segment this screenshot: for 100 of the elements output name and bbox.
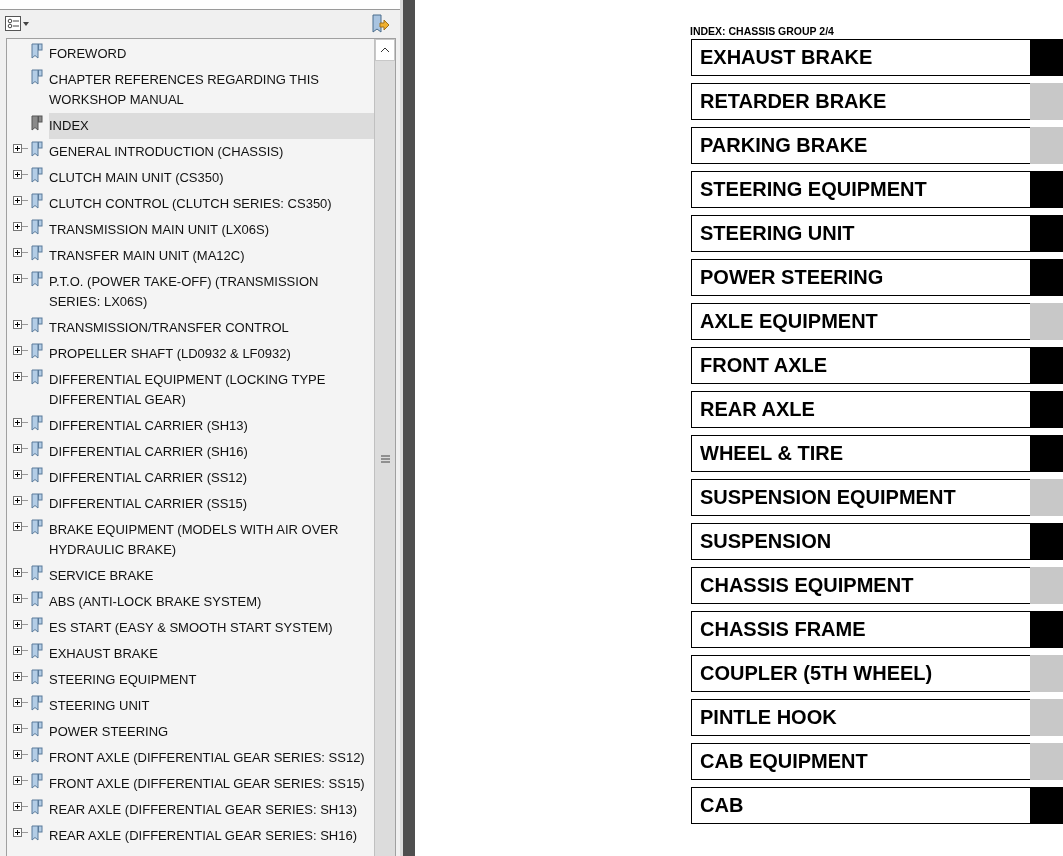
expand-icon[interactable] [13,320,28,329]
section-title: PINTLE HOOK [691,699,1030,736]
expand-icon[interactable] [13,418,28,427]
bookmark-icon [31,43,43,59]
section-title: SUSPENSION [691,523,1030,560]
bookmark-item[interactable]: CLUTCH MAIN UNIT (CS350) [49,165,374,191]
bookmark-icon [31,669,43,685]
section-title: CHASSIS EQUIPMENT [691,567,1030,604]
bookmark-icon [31,467,43,483]
bookmark-icon [31,415,43,431]
bookmark-icon [31,825,43,841]
bookmark-icon [31,193,43,209]
bookmark-item[interactable]: TRANSMISSION MAIN UNIT (LX06S) [49,217,374,243]
section-title: STEERING UNIT [691,215,1030,252]
panel-splitter[interactable] [400,0,415,856]
bookmark-item[interactable]: POWER STEERING [49,719,374,745]
section-title: POWER STEERING [691,259,1030,296]
bookmark-icon [31,317,43,333]
bookmark-item[interactable]: STEERING EQUIPMENT [49,667,374,693]
section-title: CAB EQUIPMENT [691,743,1030,780]
bookmark-icon [31,369,43,385]
bookmark-item[interactable]: FOREWORD [49,41,374,67]
expand-icon[interactable] [13,222,28,231]
expand-icon[interactable] [13,750,28,759]
bookmark-item[interactable]: BRAKE EQUIPMENT (MODELS WITH AIR OVER HYDRAULIC BRAKE) [49,517,374,563]
bookmark-item[interactable]: P.T.O. (POWER TAKE-OFF) (TRANSMISSION SERIES: LX06S) [49,269,374,315]
bookmark-icon [31,799,43,815]
bookmark-arrow-icon[interactable] [370,14,390,34]
bookmark-item[interactable]: REAR AXLE (DIFFERENTIAL GEAR SERIES: SH16) [49,823,374,849]
section-title: SUSPENSION EQUIPMENT [691,479,1030,516]
bookmark-icon [31,141,43,157]
bookmark-item[interactable]: ABS (ANTI-LOCK BRAKE SYSTEM) [49,589,374,615]
expand-icon[interactable] [13,372,28,381]
bookmark-icon [31,343,43,359]
bookmark-icon [31,695,43,711]
bookmark-icon [31,591,43,607]
expand-icon[interactable] [13,170,28,179]
expand-icon[interactable] [13,444,28,453]
bookmark-icon [31,245,43,261]
bookmark-item[interactable]: INDEX [49,113,374,139]
bookmark-item[interactable]: ES START (EASY & SMOOTH START SYSTEM) [49,615,374,641]
expand-icon[interactable] [13,698,28,707]
bookmark-icon [31,167,43,183]
expand-icon[interactable] [13,522,28,531]
expand-icon[interactable] [13,672,28,681]
section-title: AXLE EQUIPMENT [691,303,1030,340]
bookmark-item[interactable]: PROPELLER SHAFT (LD0932 & LF0932) [49,341,374,367]
grip-icon [380,454,390,463]
bookmark-icon [31,747,43,763]
bookmark-item[interactable]: FRONT AXLE (DIFFERENTIAL GEAR SERIES: SS15) [49,771,374,797]
expand-icon[interactable] [13,724,28,733]
bookmark-item[interactable]: CLUTCH CONTROL (CLUTCH SERIES: CS350) [49,191,374,217]
options-button[interactable] [5,16,31,32]
bookmark-item[interactable]: STEERING UNIT [49,693,374,719]
expand-icon[interactable] [13,196,28,205]
bookmark-icon [31,721,43,737]
bookmark-item[interactable]: EXHAUST BRAKE [49,641,374,667]
expand-icon[interactable] [13,470,28,479]
section-title: PARKING BRAKE [691,127,1030,164]
section-title: STEERING EQUIPMENT [691,171,1030,208]
bookmark-item[interactable]: GENERAL INTRODUCTION (CHASSIS) [49,139,374,165]
bookmark-item[interactable]: DIFFERENTIAL CARRIER (SH16) [49,439,374,465]
bookmark-item[interactable]: DIFFERENTIAL EQUIPMENT (LOCKING TYPE DIFFERENTIAL GEAR) [49,367,374,413]
expand-icon[interactable] [13,144,28,153]
bookmark-icon [31,493,43,509]
bookmark-icon [31,271,43,287]
section-title: COUPLER (5TH WHEEL) [691,655,1030,692]
expand-icon[interactable] [13,274,28,283]
section-title: EXHAUST BRAKE [691,39,1030,76]
section-title: FRONT AXLE [691,347,1030,384]
bookmark-icon [31,565,43,581]
expand-icon[interactable] [13,346,28,355]
bookmark-icon [31,519,43,535]
bookmark-item[interactable]: SERVICE BRAKE [49,563,374,589]
bookmark-item[interactable]: DIFFERENTIAL CARRIER (SH13) [49,413,374,439]
section-title: REAR AXLE [691,391,1030,428]
section-title: RETARDER BRAKE [691,83,1030,120]
bookmark-item[interactable]: TRANSMISSION/TRANSFER CONTROL [49,315,374,341]
chevron-up-icon [380,47,390,53]
bookmark-item[interactable]: TRANSFER MAIN UNIT (MA12C) [49,243,374,269]
expand-icon[interactable] [13,828,28,837]
expand-icon[interactable] [13,496,28,505]
bookmark-icon [31,441,43,457]
expand-icon[interactable] [13,568,28,577]
expand-icon[interactable] [13,802,28,811]
page-header: INDEX: CHASSIS GROUP 2/4 [690,25,835,37]
bookmark-item[interactable]: DIFFERENTIAL CARRIER (SS15) [49,491,374,517]
bookmark-item[interactable]: FRONT AXLE (DIFFERENTIAL GEAR SERIES: SS12) [49,745,374,771]
bookmark-item[interactable]: CHAPTER REFERENCES REGARDING THIS WORKSHOP MANUAL [49,67,374,113]
section-title: CHASSIS FRAME [691,611,1030,648]
section-title: WHEEL & TIRE [691,435,1030,472]
bookmark-icon [31,773,43,789]
expand-icon[interactable] [13,776,28,785]
expand-icon[interactable] [13,594,28,603]
bookmark-item[interactable]: DIFFERENTIAL CARRIER (SS12) [49,465,374,491]
expand-icon[interactable] [13,248,28,257]
section-title: CAB [691,787,1030,824]
expand-icon[interactable] [13,646,28,655]
expand-icon[interactable] [13,620,28,629]
bookmark-item[interactable]: REAR AXLE (DIFFERENTIAL GEAR SERIES: SH13) [49,797,374,823]
